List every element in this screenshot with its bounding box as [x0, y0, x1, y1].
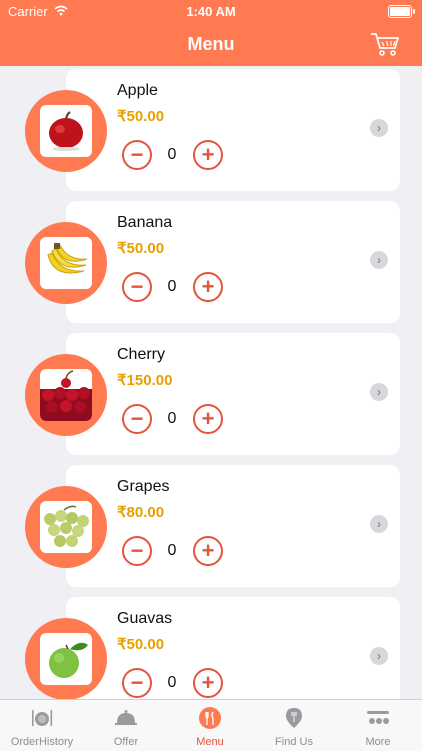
product-price: ₹50.00: [117, 240, 165, 257]
guava-image-icon: [49, 642, 88, 678]
tab-offer[interactable]: Offer: [84, 700, 168, 751]
quantity-value: 0: [167, 410, 177, 427]
product-list[interactable]: Apple ₹50.00 − 0 + › Banana ₹50.00 − 0 +…: [0, 66, 422, 699]
quantity-value: 0: [167, 674, 177, 691]
increase-quantity-button[interactable]: +: [193, 272, 223, 302]
plate-cutlery-icon: [32, 710, 53, 726]
decrease-quantity-button[interactable]: −: [122, 272, 152, 302]
increase-quantity-button[interactable]: +: [193, 668, 223, 698]
battery-icon: [388, 5, 415, 18]
list-item[interactable]: Grapes ₹80.00 − 0 + ›: [0, 462, 422, 587]
tab-label: OrderHistory: [10, 736, 74, 748]
navigation-bar: Menu: [0, 22, 422, 66]
tab-label: Find Us: [275, 736, 313, 748]
grapes-image-icon: [44, 505, 89, 547]
product-image: [40, 633, 92, 685]
decrease-quantity-button[interactable]: −: [122, 536, 152, 566]
tab-find-us[interactable]: Find Us: [252, 700, 336, 751]
product-image: [40, 501, 92, 553]
product-image-frame: [25, 222, 107, 304]
status-bar: Carrier 1:40 AM: [0, 0, 422, 22]
product-image: [40, 105, 92, 157]
product-image-frame: [25, 486, 107, 568]
product-price: ₹150.00: [117, 372, 173, 389]
product-name: Apple: [117, 82, 158, 99]
tab-label: Menu: [196, 736, 224, 748]
page-title: Menu: [187, 34, 235, 54]
tab-orderhistory[interactable]: OrderHistory: [0, 700, 84, 751]
increase-quantity-button[interactable]: +: [193, 536, 223, 566]
product-image: [40, 369, 92, 421]
product-image: [40, 237, 92, 289]
decrease-quantity-button[interactable]: −: [122, 140, 152, 170]
product-name: Guavas: [117, 610, 173, 627]
list-item[interactable]: Apple ₹50.00 − 0 + ›: [0, 66, 422, 191]
decrease-quantity-button[interactable]: −: [122, 668, 152, 698]
location-pin-icon: [286, 708, 302, 728]
product-price: ₹50.00: [117, 636, 165, 653]
product-price: ₹80.00: [117, 504, 165, 521]
list-item[interactable]: Cherry ₹150.00 − 0 + ›: [0, 330, 422, 455]
increase-quantity-button[interactable]: +: [193, 404, 223, 434]
quantity-value: 0: [167, 146, 177, 163]
cherry-image-icon: [40, 370, 92, 421]
apple-image-icon: [49, 111, 83, 151]
tab-label: Offer: [113, 736, 139, 748]
product-name: Banana: [117, 214, 173, 231]
chevron-right-icon[interactable]: ›: [370, 515, 388, 533]
chevron-right-icon[interactable]: ›: [370, 251, 388, 269]
quantity-value: 0: [167, 278, 177, 295]
covered-dish-icon: [115, 710, 137, 725]
quantity-value: 0: [167, 542, 177, 559]
product-price: ₹50.00: [117, 108, 165, 125]
chevron-right-icon[interactable]: ›: [370, 119, 388, 137]
tab-more[interactable]: More: [336, 700, 420, 751]
list-item[interactable]: Guavas ₹50.00 − 0 + ›: [0, 594, 422, 699]
tab-label: More: [365, 736, 391, 748]
banana-image-icon: [47, 243, 88, 274]
chevron-right-icon[interactable]: ›: [370, 383, 388, 401]
product-name: Cherry: [117, 346, 166, 363]
status-time: 1:40 AM: [186, 4, 236, 19]
list-item[interactable]: Banana ₹50.00 − 0 + ›: [0, 198, 422, 323]
decrease-quantity-button[interactable]: −: [122, 404, 152, 434]
product-image-frame: [25, 618, 107, 699]
product-name: Grapes: [117, 478, 170, 495]
increase-quantity-button[interactable]: +: [193, 140, 223, 170]
menu-cutlery-icon: [199, 707, 221, 729]
cart-icon[interactable]: [370, 31, 400, 57]
tab-menu[interactable]: Menu: [168, 700, 252, 751]
product-image-frame: [25, 354, 107, 436]
product-image-frame: [25, 90, 107, 172]
tab-bar: OrderHistory Offer Menu Find Us More: [0, 699, 422, 751]
more-icon: [367, 711, 389, 724]
chevron-right-icon[interactable]: ›: [370, 647, 388, 665]
